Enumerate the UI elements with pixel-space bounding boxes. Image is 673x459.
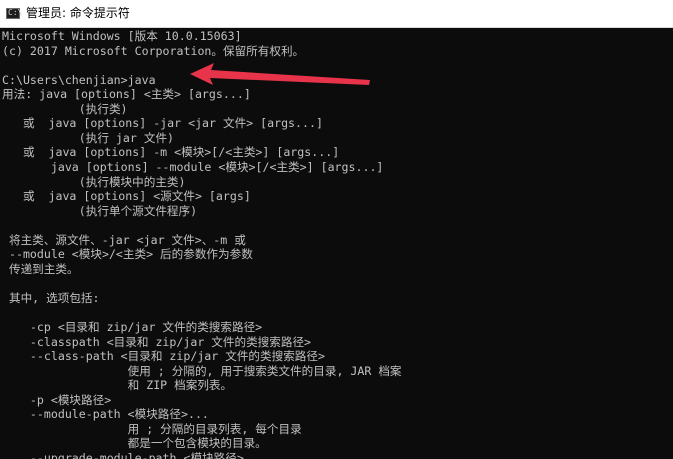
console-line: 和 ZIP 档案列表。 xyxy=(2,378,233,393)
window-title: 管理员: 命令提示符 xyxy=(26,6,130,20)
console-output[interactable]: Microsoft Windows [版本 10.0.15063] (c) 201… xyxy=(0,28,673,459)
console-line: (执行类) xyxy=(2,101,128,116)
console-line: (c) 2017 Microsoft Corporation。保留所有权利。 xyxy=(2,43,305,58)
console-line: --class-path <目录和 zip/jar 文件的类搜索路径> xyxy=(2,349,325,364)
console-line: 或 java [options] -jar <jar 文件> [args...] xyxy=(2,116,323,131)
console-line: 或 java [options] <源文件> [args] xyxy=(2,189,251,204)
title-bar[interactable]: C:\ 管理员: 命令提示符 xyxy=(0,0,673,28)
annotation-arrow-shape xyxy=(190,63,370,85)
console-line: 将主类、源文件、-jar <jar 文件>、-m 或 xyxy=(2,232,246,247)
cmd-console-icon: C:\ xyxy=(6,8,23,19)
console-line: 用法: java [options] <主类> [args...] xyxy=(2,87,251,102)
console-line: --module-path <模块路径>... xyxy=(2,407,209,422)
console-line: C:\Users\chenjian>java xyxy=(2,72,156,87)
console-line: --module <模块>/<主类> 后的参数作为参数 xyxy=(2,247,253,262)
console-line: --upgrade-module-path <模块路径>... xyxy=(2,450,265,459)
console-line: 都是一个包含模块的目录。 xyxy=(2,436,267,451)
console-line: 其中, 选项包括: xyxy=(2,290,100,305)
console-line: 传递到主类。 xyxy=(2,261,79,276)
console-line: -p <模块路径> xyxy=(2,392,112,407)
console-line: 用 ; 分隔的目录列表, 每个目录 xyxy=(2,421,302,436)
console-line: (执行 jar 文件) xyxy=(2,130,175,145)
console-line: -cp <目录和 zip/jar 文件的类搜索路径> xyxy=(2,320,263,334)
console-line: java [options] --module <模块>[/<主类>] [arg… xyxy=(2,159,384,174)
console-line: 或 java [options] -m <模块>[/<主类>] [args...… xyxy=(2,145,340,160)
console-line: (执行单个源文件程序) xyxy=(2,203,198,218)
cmd-icon-glyph: C:\ xyxy=(8,8,23,17)
console-line: 使用 ; 分隔的, 用于搜索类文件的目录, JAR 档案 xyxy=(2,363,402,378)
console-line: (执行模块中的主类) xyxy=(2,174,186,189)
command-prompt-window: C:\ 管理员: 命令提示符 Microsoft Windows [版本 10.… xyxy=(0,0,673,459)
console-line: -classpath <目录和 zip/jar 文件的类搜索路径> xyxy=(2,334,312,349)
console-line: Microsoft Windows [版本 10.0.15063] xyxy=(2,29,242,43)
